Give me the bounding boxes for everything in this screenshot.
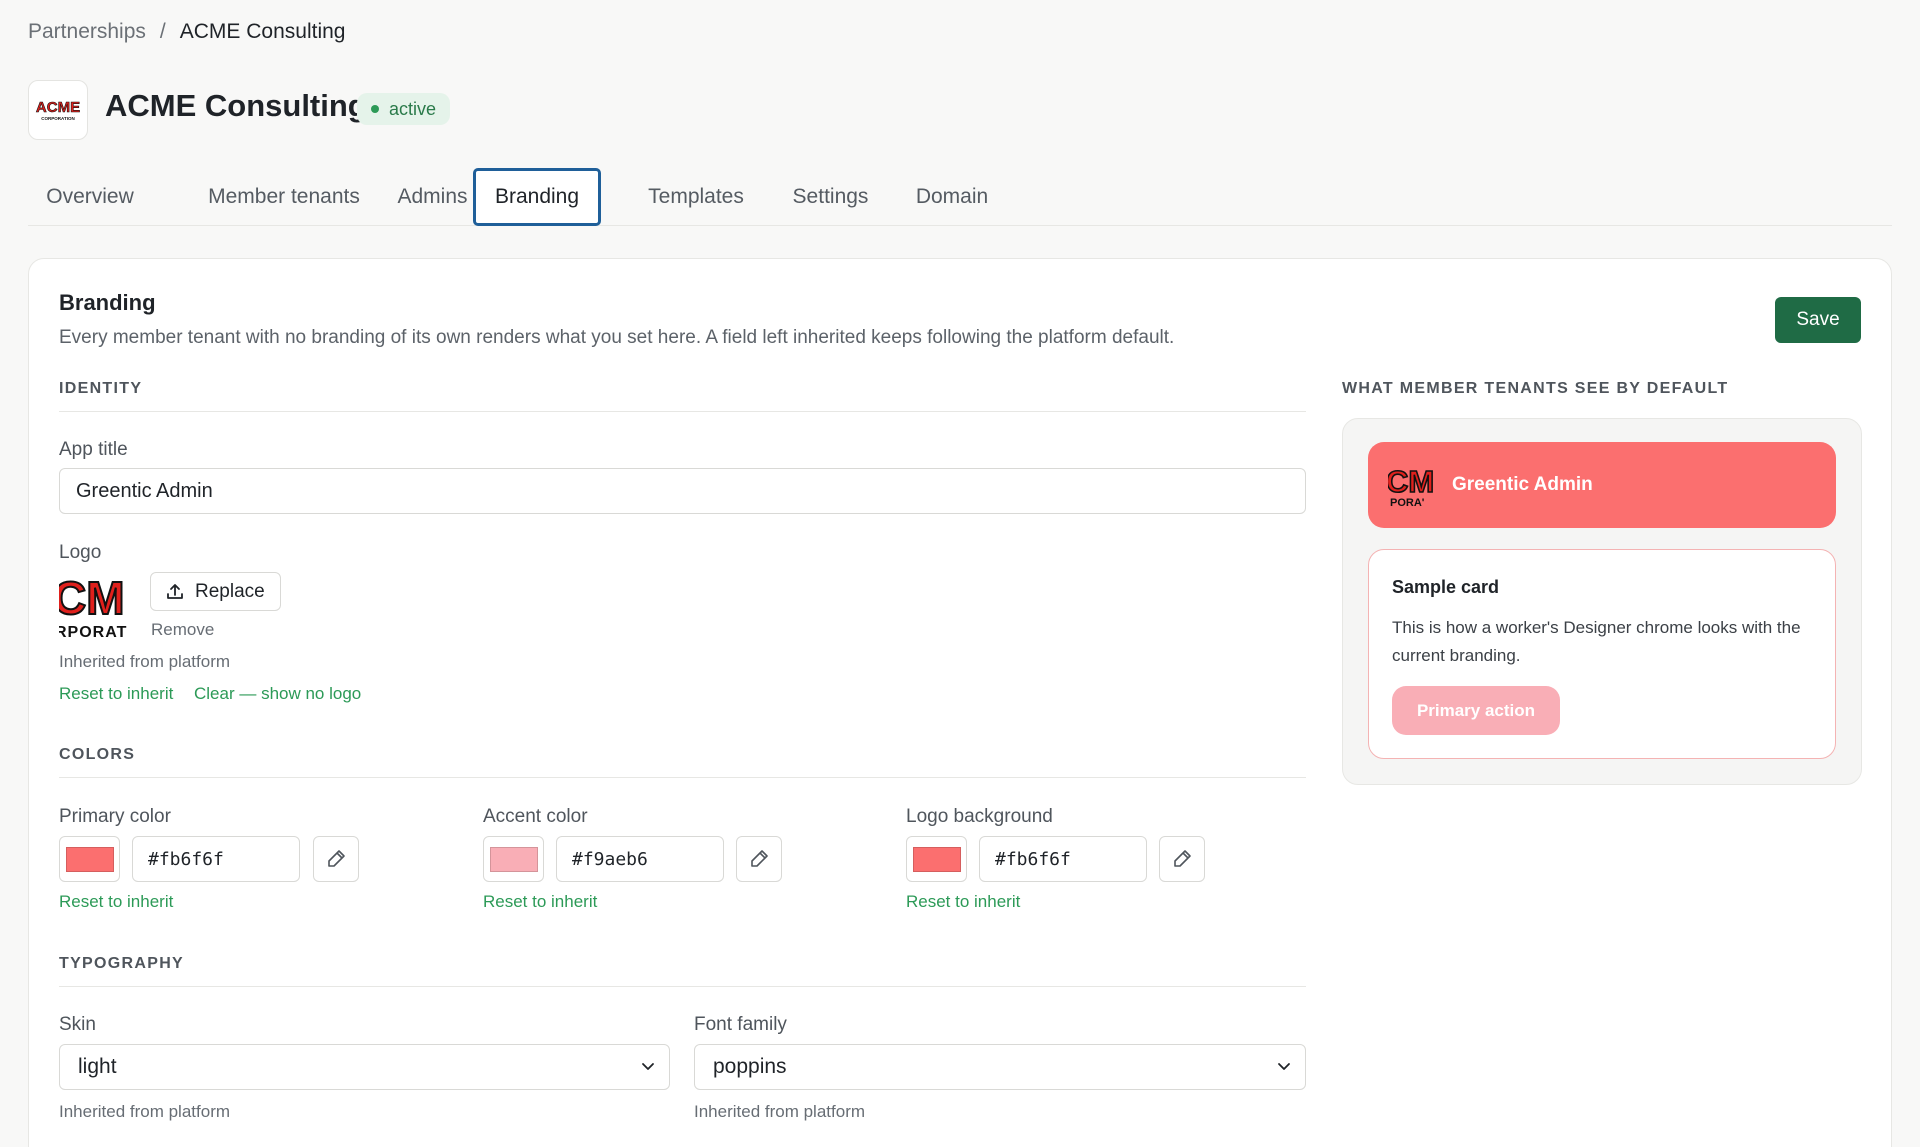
skin-inherited-note: Inherited from platform <box>59 1102 231 1121</box>
partner-logo: ACME CORPORATION <box>28 80 88 140</box>
acme-logo-small-icon: CM PORA' <box>1388 463 1435 508</box>
eyedropper-icon <box>751 850 768 867</box>
acme-logo-icon: ACME CORPORATION <box>36 99 81 121</box>
logo-label: Logo <box>59 542 102 563</box>
font-family-value: poppins <box>713 1055 787 1078</box>
accent-color-label: Accent color <box>483 806 588 827</box>
color-chip <box>489 846 538 872</box>
section-description: Every member tenant with no branding of … <box>59 327 1175 348</box>
typography-heading: TYPOGRAPHY <box>59 955 185 972</box>
identity-heading: IDENTITY <box>59 380 143 397</box>
accent-eyedropper-button[interactable] <box>736 836 782 882</box>
primary-eyedropper-button[interactable] <box>313 836 359 882</box>
color-chip <box>65 846 114 872</box>
breadcrumb-parent-link[interactable]: Partnerships <box>28 20 146 44</box>
logo-wordmark: ACME <box>36 99 80 116</box>
tab-member-tenants[interactable]: Member tenants <box>169 168 399 226</box>
acme-logo-large-icon: CM RPORAT <box>59 572 127 640</box>
logo-background-input[interactable]: #fb6f6f <box>979 836 1147 882</box>
app-title-input[interactable]: Greentic Admin <box>59 468 1306 514</box>
app-title-label: App title <box>59 439 128 460</box>
app-title-value: Greentic Admin <box>76 479 213 502</box>
logo-background-label: Logo background <box>906 806 1053 827</box>
remove-logo-link[interactable]: Remove <box>151 620 214 640</box>
status-badge: active <box>357 93 451 125</box>
sample-card-title: Sample card <box>1392 577 1500 597</box>
accent-reset-link[interactable]: Reset to inherit <box>483 892 597 912</box>
preview-logo: CM PORA' <box>1388 462 1438 508</box>
breadcrumb: Partnerships / ACME Consulting <box>28 20 345 44</box>
logo-preview: CM RPORAT <box>59 572 133 640</box>
tab-templates[interactable]: Templates <box>618 168 774 226</box>
logo-reset-link[interactable]: Reset to inherit <box>59 684 173 704</box>
primary-color-swatch[interactable] <box>59 836 120 882</box>
logo-clear-link[interactable]: Clear — show no logo <box>194 684 361 704</box>
replace-logo-button[interactable]: Replace <box>150 572 281 611</box>
upload-icon <box>167 583 183 599</box>
tab-overview[interactable]: Overview <box>28 168 152 226</box>
skin-value: light <box>78 1055 117 1078</box>
skin-select[interactable]: light <box>59 1044 670 1090</box>
breadcrumb-current: ACME Consulting <box>179 20 346 43</box>
preview-primary-action-button[interactable]: Primary action <box>1392 686 1560 735</box>
skin-label: Skin <box>59 1014 96 1035</box>
logo-inherited-note: Inherited from platform <box>59 652 231 671</box>
sample-card-body: This is how a worker's Designer chrome l… <box>1392 618 1801 665</box>
logo-background-reset-link[interactable]: Reset to inherit <box>906 892 1020 912</box>
chevron-down-icon <box>1278 1063 1290 1070</box>
colors-heading: COLORS <box>59 746 136 763</box>
replace-label: Replace <box>195 580 265 602</box>
font-family-label: Font family <box>694 1014 787 1035</box>
preview-app-title: Greentic Admin <box>1452 474 1593 495</box>
save-button[interactable]: Save <box>1775 297 1861 343</box>
section-title: Branding <box>59 290 156 315</box>
logo-subtext: CORPORATION <box>41 116 74 121</box>
accent-color-swatch[interactable] <box>483 836 544 882</box>
divider <box>59 411 1306 412</box>
preview-app-header: CM PORA' Greentic Admin <box>1368 442 1836 528</box>
status-label: active <box>389 98 437 119</box>
tab-branding[interactable]: Branding <box>473 168 601 226</box>
logo-background-value: #fb6f6f <box>995 848 1071 870</box>
divider <box>59 986 1306 987</box>
tab-domain[interactable]: Domain <box>876 168 1028 226</box>
page-title: ACME Consulting <box>105 88 367 123</box>
chevron-down-icon <box>642 1063 654 1070</box>
eyedropper-icon <box>1174 850 1191 867</box>
preview-heading: WHAT MEMBER TENANTS SEE BY DEFAULT <box>1342 380 1729 397</box>
primary-color-input[interactable]: #fb6f6f <box>132 836 300 882</box>
eyedropper-icon <box>328 850 345 867</box>
font-family-select[interactable]: poppins <box>694 1044 1306 1090</box>
primary-reset-link[interactable]: Reset to inherit <box>59 892 173 912</box>
font-family-inherited-note: Inherited from platform <box>694 1102 866 1121</box>
accent-color-value: #f9aeb6 <box>572 848 648 870</box>
status-dot-icon <box>371 105 379 113</box>
logo-large-subtext: RPORAT <box>59 624 127 640</box>
primary-color-value: #fb6f6f <box>148 848 224 870</box>
tab-bar: Overview Member tenants Admins Branding … <box>28 168 1892 226</box>
logo-large-wordmark: CM <box>59 572 125 624</box>
color-chip <box>912 846 961 872</box>
logo-background-eyedropper-button[interactable] <box>1159 836 1205 882</box>
divider <box>59 777 1306 778</box>
logo-background-swatch[interactable] <box>906 836 967 882</box>
preview-logo-wordmark: CM <box>1388 464 1434 499</box>
breadcrumb-separator: / <box>159 20 166 43</box>
primary-color-label: Primary color <box>59 806 171 827</box>
preview-logo-subtext: PORA' <box>1390 497 1425 508</box>
accent-color-input[interactable]: #f9aeb6 <box>556 836 724 882</box>
